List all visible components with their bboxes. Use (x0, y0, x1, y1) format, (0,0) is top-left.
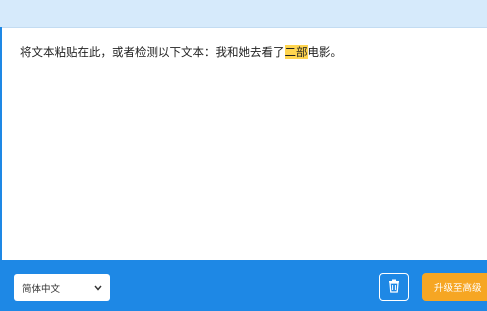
upgrade-premium-button[interactable]: 升级至高级 (422, 273, 487, 301)
top-header-bar (0, 0, 487, 28)
language-select[interactable]: 简体中文 (14, 274, 110, 301)
upgrade-button-label: 升级至高级 (434, 283, 482, 294)
text-editor-area[interactable] (2, 28, 487, 260)
editor-text: 将文本粘贴在此，或者检测以下文本：我和她去看了二部电影。 (20, 44, 342, 60)
clear-text-button[interactable] (379, 273, 409, 301)
language-select-value: 简体中文 (22, 283, 61, 295)
chevron-down-icon (94, 285, 102, 291)
editor-text-prefix: 将文本粘贴在此，或者检测以下文本：我和她去看了 (20, 45, 285, 59)
trash-icon (388, 278, 400, 297)
editor-text-suffix: 电影。 (307, 45, 343, 59)
highlighted-error-word[interactable]: 二部 (284, 45, 308, 59)
